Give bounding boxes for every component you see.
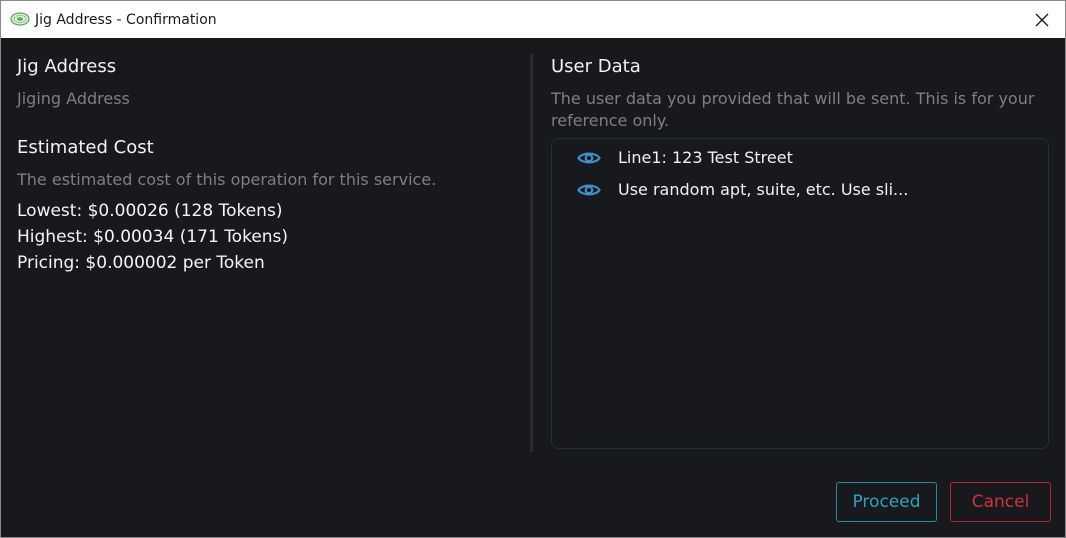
estimated-cost-title: Estimated Cost bbox=[17, 137, 154, 158]
jig-address-title: Jig Address bbox=[17, 56, 117, 77]
proceed-button[interactable]: Proceed bbox=[836, 482, 937, 522]
list-item-text: Use random apt, suite, etc. Use sli... bbox=[618, 180, 909, 199]
list-item[interactable]: Use random apt, suite, etc. Use sli... bbox=[577, 180, 908, 200]
list-item-text: Line1: 123 Test Street bbox=[618, 148, 793, 167]
title-bar: Jig Address - Confirmation bbox=[1, 1, 1065, 38]
eye-icon[interactable] bbox=[577, 182, 601, 198]
window-title: Jig Address - Confirmation bbox=[35, 12, 217, 28]
cost-lowest: Lowest: $0.00026 (128 Tokens) bbox=[17, 201, 283, 221]
estimated-cost-description: The estimated cost of this operation for… bbox=[17, 170, 437, 189]
eye-icon[interactable] bbox=[577, 150, 601, 166]
user-data-description: The user data you provided that will be … bbox=[551, 89, 1035, 130]
close-icon bbox=[1035, 13, 1049, 26]
cost-highest: Highest: $0.00034 (171 Tokens) bbox=[17, 227, 289, 247]
user-data-title: User Data bbox=[551, 56, 641, 77]
jig-address-value: Jiging Address bbox=[17, 89, 130, 108]
user-data-list[interactable]: Line1: 123 Test Street Use random apt, s… bbox=[551, 138, 1049, 449]
cancel-button[interactable]: Cancel bbox=[950, 482, 1051, 522]
cost-pricing: Pricing: $0.000002 per Token bbox=[17, 253, 265, 273]
list-item[interactable]: Line1: 123 Test Street bbox=[577, 148, 793, 168]
app-logo-icon bbox=[10, 11, 30, 27]
dialog-content: Jig Address Jiging Address Estimated Cos… bbox=[1, 38, 1065, 537]
close-button[interactable] bbox=[1019, 1, 1065, 38]
confirmation-window: Jig Address - Confirmation Jig Address J… bbox=[0, 0, 1066, 538]
column-divider bbox=[530, 54, 533, 452]
